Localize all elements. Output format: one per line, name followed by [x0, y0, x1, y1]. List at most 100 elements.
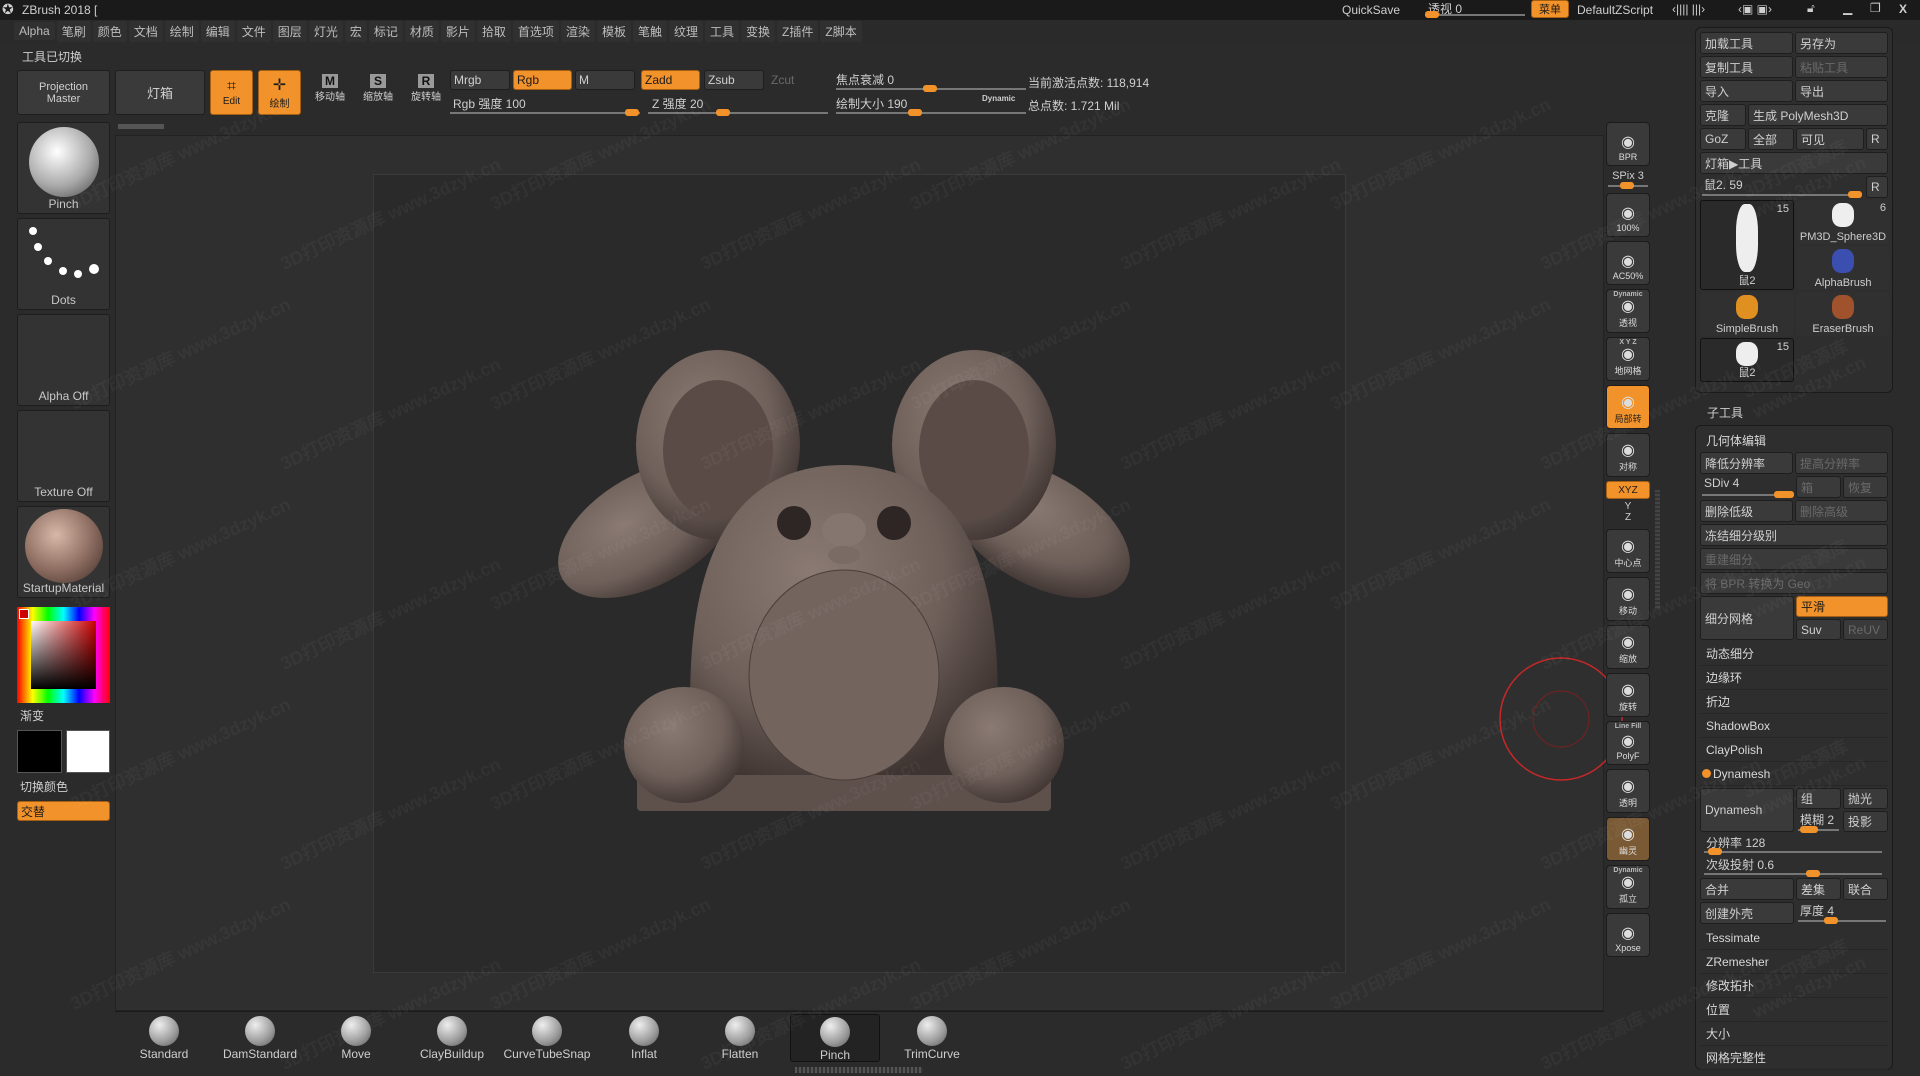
menu-button[interactable]: 菜单: [1531, 0, 1569, 18]
secondary-color-swatch[interactable]: [66, 730, 110, 773]
brush-trimcurve[interactable]: TrimCurve: [887, 1014, 977, 1062]
restore-icon[interactable]: ❐: [1870, 1, 1881, 15]
brush-inflat[interactable]: Inflat: [599, 1014, 689, 1062]
delete-lower-button[interactable]: 删除低级: [1700, 500, 1793, 522]
bottom-shelf-scrollbar[interactable]: [795, 1067, 923, 1073]
menu-item-1[interactable]: 笔刷: [56, 20, 91, 42]
shelf-button-local-rotate[interactable]: ◉ 局部转: [1606, 385, 1650, 429]
lightbox-tools-button[interactable]: 灯箱▶工具: [1700, 152, 1888, 174]
r-button[interactable]: R: [1866, 128, 1888, 150]
switch-color-button[interactable]: 切换颜色: [20, 778, 68, 795]
main-color-swatch[interactable]: [17, 730, 62, 773]
shelf-button-transparent[interactable]: ◉ 透明: [1606, 769, 1650, 813]
shelf-button-xpose[interactable]: ◉ Xpose: [1606, 913, 1650, 957]
polish-toggle[interactable]: 抛光: [1843, 788, 1888, 809]
section-0[interactable]: 动态细分: [1700, 642, 1888, 666]
higher-res-button[interactable]: 提高分辨率: [1795, 452, 1888, 474]
create-shell-button[interactable]: 创建外壳: [1700, 902, 1794, 924]
brush-flatten[interactable]: Flatten: [695, 1014, 785, 1062]
goz-button[interactable]: GoZ: [1700, 128, 1746, 150]
shelf-button-zoom-half[interactable]: ◉ AC50%: [1606, 241, 1650, 285]
sub-projection-slider[interactable]: 次级投射 0.6: [1700, 856, 1888, 878]
section2-1[interactable]: ZRemesher: [1700, 950, 1888, 974]
blur-slider[interactable]: 模糊 2: [1796, 811, 1841, 833]
bpr-to-geo-button[interactable]: 将 BPR 转换为 Geo: [1700, 572, 1888, 594]
section2-2[interactable]: 修改拓扑: [1700, 974, 1888, 998]
groups-toggle[interactable]: 组: [1796, 788, 1841, 809]
section2-5[interactable]: 网格完整性: [1700, 1046, 1888, 1070]
tool-thumb-2[interactable]: AlphaBrush: [1796, 246, 1890, 290]
z-intensity-slider[interactable]: [648, 109, 828, 116]
section-4[interactable]: ClayPolish: [1700, 738, 1888, 762]
brush-curvetubesnap[interactable]: CurveTubeSnap: [502, 1014, 592, 1062]
shelf-button-symmetry[interactable]: ◉ 对称: [1606, 433, 1650, 477]
draw-size-slider[interactable]: [836, 109, 1026, 116]
alpha-thumbnail[interactable]: Alpha Off: [17, 314, 110, 406]
projection-master-button[interactable]: Projection Master: [17, 70, 110, 115]
section2-3[interactable]: 位置: [1700, 998, 1888, 1022]
add-button[interactable]: 合并: [1700, 878, 1794, 900]
menu-item-17[interactable]: 笔触: [632, 20, 667, 42]
resolution-slider[interactable]: 分辨率 128: [1700, 834, 1888, 856]
shelf-button-move-hand[interactable]: ◉ 移动: [1606, 577, 1650, 621]
layout-arrows-icon[interactable]: ‹|||| |||›: [1672, 2, 1705, 16]
menu-item-10[interactable]: 标记: [368, 20, 403, 42]
perspective-slider[interactable]: [1425, 11, 1525, 18]
menu-item-15[interactable]: 渲染: [560, 20, 595, 42]
shelf-button-zoom[interactable]: ◉ 缩放: [1606, 625, 1650, 669]
rgb-button[interactable]: Rgb: [513, 70, 572, 90]
close-icon[interactable]: X: [1899, 2, 1907, 16]
spix-slider[interactable]: [1608, 182, 1648, 189]
tool-thumb-0[interactable]: 15 鼠2: [1700, 200, 1794, 290]
shelf-button-center-point[interactable]: ◉ 中心点: [1606, 529, 1650, 573]
scale-axis-button[interactable]: S 缩放轴: [358, 74, 398, 114]
shelf-scrollbar[interactable]: [1655, 490, 1660, 610]
shelf-button-zoom-actual[interactable]: ◉ 100%: [1606, 193, 1650, 237]
brush-standard[interactable]: Standard: [119, 1014, 209, 1062]
section-3[interactable]: ShadowBox: [1700, 714, 1888, 738]
menu-item-18[interactable]: 纹理: [668, 20, 703, 42]
rgb-intensity-slider[interactable]: [450, 109, 640, 116]
z-axis-toggle[interactable]: Z: [1606, 512, 1650, 523]
mouse-model[interactable]: [374, 175, 1347, 974]
palette-arrows-icon[interactable]: ‹▣ ▣›: [1738, 2, 1772, 16]
r-reset-button[interactable]: R: [1866, 176, 1888, 198]
shelf-button-ghost[interactable]: ◉ 幽灵: [1606, 817, 1650, 861]
cage-button[interactable]: 箱: [1796, 476, 1841, 498]
section2-4[interactable]: 大小: [1700, 1022, 1888, 1046]
menu-item-22[interactable]: Z脚本: [820, 20, 862, 42]
minimize-icon[interactable]: ▁: [1843, 1, 1852, 15]
lock-icon[interactable]: 🔓︎: [1807, 1, 1815, 16]
texture-thumbnail[interactable]: Texture Off: [17, 410, 110, 502]
project-toggle[interactable]: 投影: [1843, 811, 1888, 832]
reuv-toggle[interactable]: ReUV: [1843, 619, 1888, 640]
zadd-button[interactable]: Zadd: [641, 70, 700, 90]
shelf-button-perspective[interactable]: Dynamic ◉ 透视: [1606, 289, 1650, 333]
menu-item-11[interactable]: 材质: [404, 20, 439, 42]
menu-item-4[interactable]: 绘制: [164, 20, 199, 42]
sdiv-slider[interactable]: SDiv 4: [1700, 476, 1794, 498]
material-thumbnail[interactable]: StartupMaterial: [17, 506, 110, 598]
reconstruct-subdiv-button[interactable]: 重建细分: [1700, 548, 1888, 570]
sub-button[interactable]: 差集: [1796, 878, 1841, 900]
menu-item-2[interactable]: 颜色: [92, 20, 127, 42]
brush-move[interactable]: Move: [311, 1014, 401, 1062]
menu-item-0[interactable]: Alpha: [14, 22, 55, 40]
zcut-button[interactable]: Zcut: [768, 70, 828, 90]
tool-thumb-4[interactable]: EraserBrush: [1796, 292, 1890, 336]
paste-tool-button[interactable]: 粘贴工具: [1795, 56, 1888, 78]
m-button[interactable]: M: [575, 70, 635, 90]
smooth-toggle[interactable]: 平滑: [1796, 596, 1888, 617]
suv-toggle[interactable]: Suv: [1796, 619, 1841, 640]
dynamesh-button[interactable]: Dynamesh: [1700, 788, 1794, 832]
brush-thumbnail[interactable]: Pinch: [17, 122, 110, 214]
all-button[interactable]: 全部: [1748, 128, 1794, 150]
menu-item-8[interactable]: 灯光: [308, 20, 343, 42]
clone-button[interactable]: 克隆: [1700, 104, 1746, 126]
menu-item-6[interactable]: 文件: [236, 20, 271, 42]
menu-item-3[interactable]: 文档: [128, 20, 163, 42]
document-area[interactable]: [373, 174, 1346, 973]
shelf-button-solo[interactable]: Dynamic ◉ 孤立: [1606, 865, 1650, 909]
subtool-header[interactable]: 子工具: [1707, 404, 1743, 421]
mrgb-button[interactable]: Mrgb: [450, 70, 510, 90]
